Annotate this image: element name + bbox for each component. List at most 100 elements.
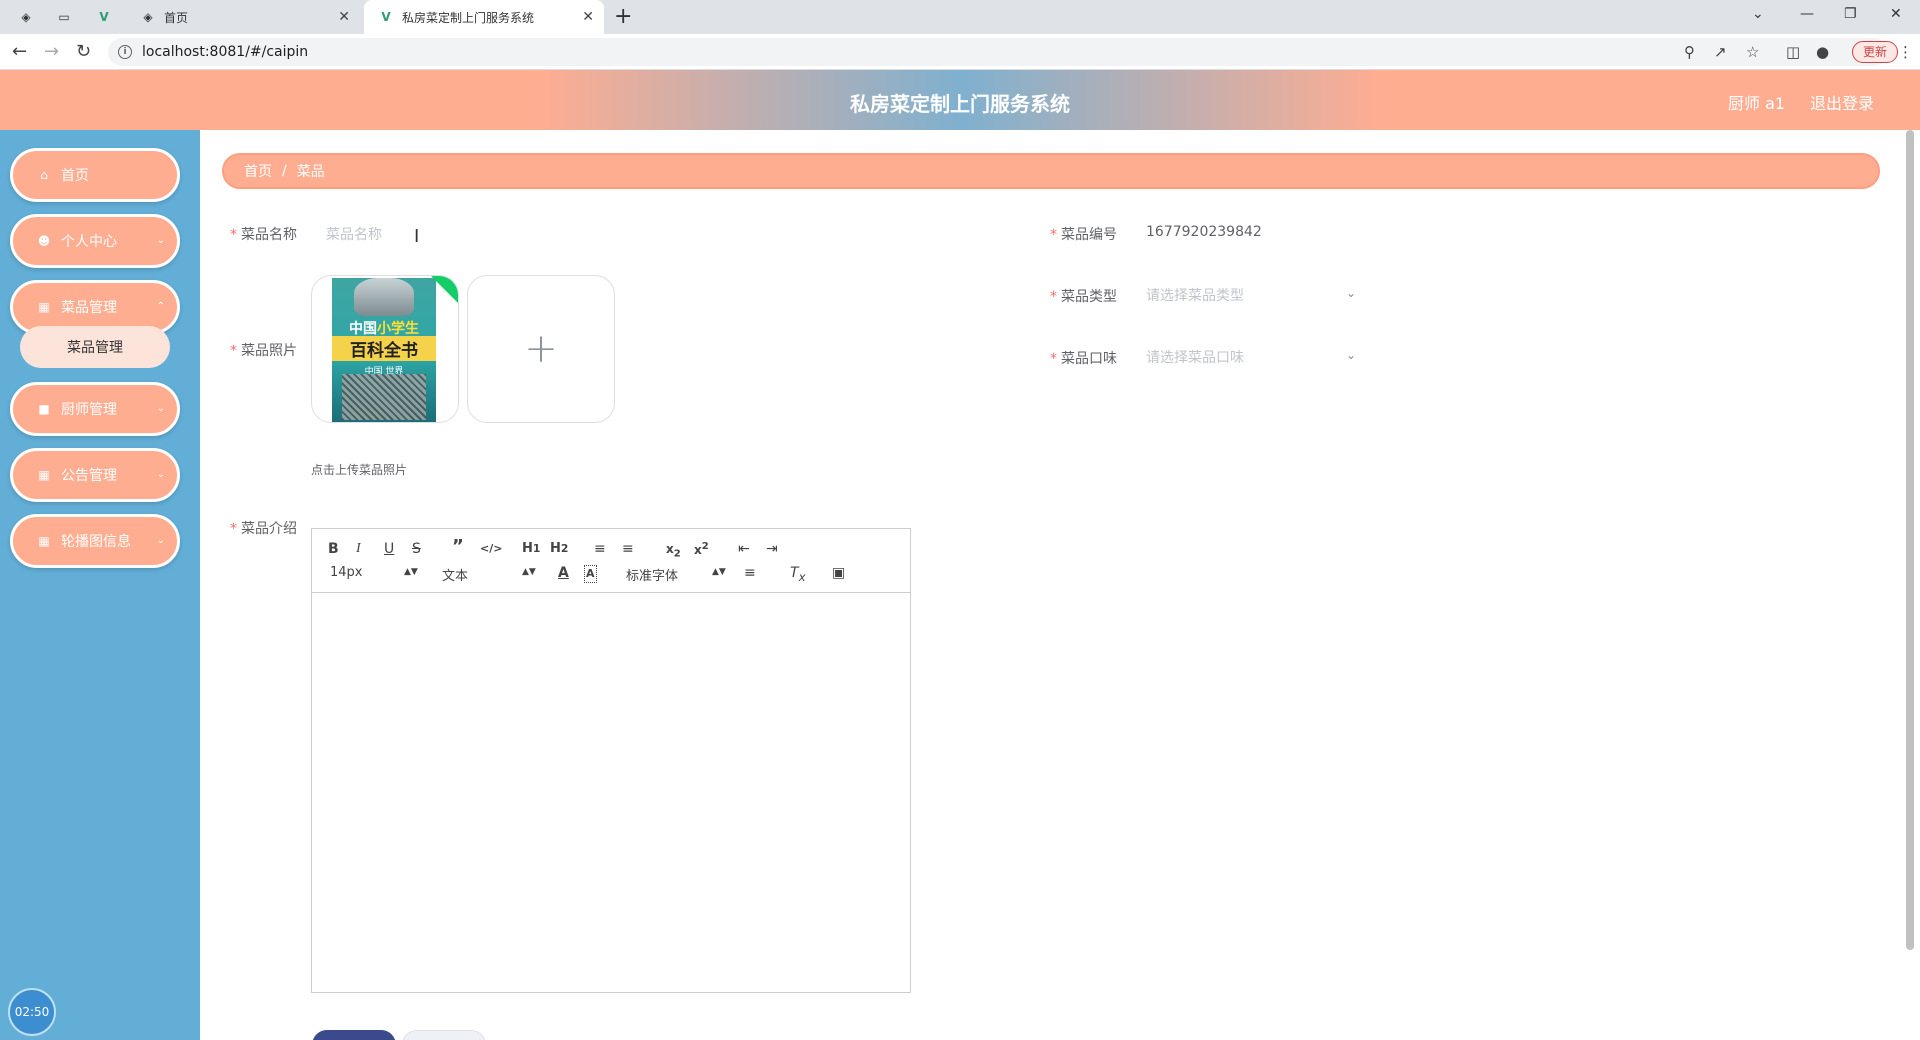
tab-active[interactable]: V 私房菜定制上门服务系统 ✕ — [364, 0, 604, 34]
minimize-button[interactable]: — — [1800, 6, 1814, 22]
font-color-icon[interactable]: A — [558, 565, 569, 581]
breadcrumb-home[interactable]: 首页 — [244, 161, 272, 181]
align-icon[interactable]: ≡ — [744, 565, 756, 581]
dish-name-input[interactable]: 菜品名称 — [326, 224, 382, 244]
sidebar-item-notice-management[interactable]: ▦ 公告管理 ⌄ — [10, 448, 180, 502]
pinned-tab-2[interactable]: ▭ — [56, 0, 80, 34]
text-cursor-icon: I — [414, 226, 420, 247]
book-title-line-2: 百科全书 — [332, 336, 436, 361]
pinned-tab-1[interactable]: ◈ — [18, 0, 42, 34]
breadcrumb-separator: / — [282, 163, 287, 179]
update-button[interactable]: 更新 — [1852, 41, 1899, 63]
heading-2-icon[interactable]: H2 — [550, 541, 568, 557]
chevron-down-icon: ⌄ — [156, 403, 165, 414]
dish-name-label: * 菜品名称 — [230, 227, 297, 243]
sidebar-item-label: 菜品管理 — [61, 300, 117, 316]
window-close-button[interactable]: ✕ — [1890, 6, 1902, 22]
sidebar-item-carousel[interactable]: ▦ 轮播图信息 ⌄ — [10, 514, 180, 568]
dish-taste-label: * 菜品口味 — [1050, 351, 1117, 367]
stadium-image — [342, 374, 426, 420]
bold-icon[interactable]: B — [328, 541, 339, 557]
sidebar-item-label: 轮播图信息 — [61, 534, 131, 550]
home-icon: ⌂ — [40, 168, 48, 182]
tab-search-icon[interactable]: ⌄ — [1752, 6, 1764, 22]
pinned-tab-3[interactable]: V — [96, 0, 120, 34]
page-scrollbar[interactable] — [1904, 130, 1916, 1040]
background-color-icon[interactable]: A — [584, 565, 597, 583]
book-cover-image: 中国小学生 百科全书 中国 世界 — [332, 278, 436, 422]
sidebar-item-label: 厨师管理 — [61, 402, 117, 418]
browser-tab-bar: ◈ ▭ V ◈ 首页 ✕ V 私房菜定制上门服务系统 ✕ + ⌄ — ❐ ✕ — [0, 0, 1920, 34]
info-icon[interactable]: i — [118, 45, 132, 59]
blockquote-icon[interactable]: ” — [452, 538, 464, 556]
editor-toolbar: B I U S ” </> H1 H2 ≡ ≡ x2 x2 ⇤ ⇥ 14px ▲… — [312, 529, 910, 593]
grid-icon: ▦ — [38, 534, 50, 548]
share-icon[interactable]: ↗ — [1714, 43, 1727, 61]
required-mark: * — [230, 227, 237, 243]
cancel-button[interactable] — [402, 1030, 486, 1040]
forward-button[interactable]: → — [44, 42, 59, 62]
bullet-list-icon[interactable]: ≡ — [622, 541, 634, 557]
required-mark: * — [1050, 351, 1057, 367]
header-select[interactable]: 文本 ▲▼ — [442, 565, 536, 584]
dish-code-label: * 菜品编号 — [1050, 227, 1117, 243]
close-icon[interactable]: ✕ — [338, 9, 350, 25]
clear-format-icon[interactable]: Tx — [790, 565, 805, 585]
uploaded-photo[interactable]: 中国小学生 百科全书 中国 世界 — [311, 275, 459, 423]
dish-type-label: * 菜品类型 — [1050, 289, 1117, 305]
sidebar-item-label: 首页 — [61, 168, 89, 184]
ordered-list-icon[interactable]: ≡ — [594, 541, 606, 557]
clock-widget[interactable]: 02:50 — [8, 988, 56, 1036]
restore-button[interactable]: ❐ — [1844, 6, 1857, 22]
italic-icon[interactable]: I — [356, 541, 361, 557]
submit-button[interactable] — [312, 1030, 396, 1040]
new-tab-button[interactable]: + — [614, 5, 632, 29]
upload-add-button[interactable]: + — [467, 275, 615, 423]
more-menu-icon[interactable]: ⋮ — [1898, 43, 1913, 61]
updown-icon: ▲▼ — [712, 567, 726, 577]
key-icon[interactable]: ⚲ — [1684, 43, 1695, 61]
indent-icon[interactable]: ⇥ — [766, 541, 778, 557]
logout-link[interactable]: 退出登录 — [1810, 90, 1874, 114]
submenu-item-dish-management[interactable]: 菜品管理 — [20, 326, 170, 368]
dish-taste-select[interactable]: 请选择菜品口味 ⌄ — [1146, 342, 1356, 372]
sidebar-item-home[interactable]: ⌂ 首页 — [10, 148, 180, 202]
required-mark: * — [1050, 227, 1057, 243]
image-icon[interactable]: ▣ — [832, 565, 845, 581]
required-mark: * — [1050, 289, 1057, 305]
close-icon[interactable]: ✕ — [582, 9, 594, 25]
required-mark: * — [230, 521, 237, 537]
scrollbar-thumb[interactable] — [1906, 130, 1914, 950]
reload-button[interactable]: ↻ — [76, 42, 91, 62]
sidebar-item-chef-management[interactable]: ■ 厨师管理 ⌄ — [10, 382, 180, 436]
font-family-select[interactable]: 标准字体 ▲▼ — [626, 565, 726, 584]
font-size-select[interactable]: 14px ▲▼ — [330, 565, 418, 580]
rich-text-editor: B I U S ” </> H1 H2 ≡ ≡ x2 x2 ⇤ ⇥ 14px ▲… — [311, 528, 911, 993]
star-icon[interactable]: ☆ — [1746, 43, 1759, 61]
statue-image — [354, 278, 414, 316]
tab-home[interactable]: ◈ 首页 ✕ — [136, 0, 360, 34]
side-panel-icon[interactable]: ◫ — [1786, 43, 1800, 61]
editor-content-area[interactable] — [312, 593, 910, 992]
dish-taste-placeholder: 请选择菜品口味 — [1146, 350, 1244, 366]
profile-icon[interactable]: ● — [1816, 43, 1829, 61]
dish-type-select[interactable]: 请选择菜品类型 ⌄ — [1146, 280, 1356, 310]
sidebar-item-profile[interactable]: ☻ 个人中心 ⌄ — [10, 214, 180, 268]
heading-1-icon[interactable]: H1 — [522, 541, 540, 557]
sidebar-item-label: 公告管理 — [61, 468, 117, 484]
superscript-icon[interactable]: x2 — [694, 539, 709, 558]
outdent-icon[interactable]: ⇤ — [738, 541, 750, 557]
vue-icon: V — [381, 10, 391, 24]
url-field[interactable]: i localhost:8081/#/caipin — [108, 38, 1888, 66]
chevron-down-icon: ⌄ — [1345, 286, 1356, 300]
sidebar: ⌂ 首页 ☻ 个人中心 ⌄ ▦ 菜品管理 ⌃ 菜品管理 ■ 厨师管理 ⌄ ▦ 公… — [0, 130, 200, 1040]
current-user[interactable]: 厨师 a1 — [1728, 90, 1785, 114]
strike-icon[interactable]: S — [412, 541, 421, 557]
chevron-down-icon: ⌄ — [156, 235, 165, 246]
subscript-icon[interactable]: x2 — [666, 541, 681, 562]
code-block-icon[interactable]: </> — [480, 541, 502, 557]
back-button[interactable]: ← — [12, 42, 27, 62]
breadcrumb-current: 菜品 — [296, 164, 325, 180]
underline-icon[interactable]: U — [384, 541, 394, 557]
breadcrumb: 首页 / 菜品 — [222, 153, 1880, 189]
